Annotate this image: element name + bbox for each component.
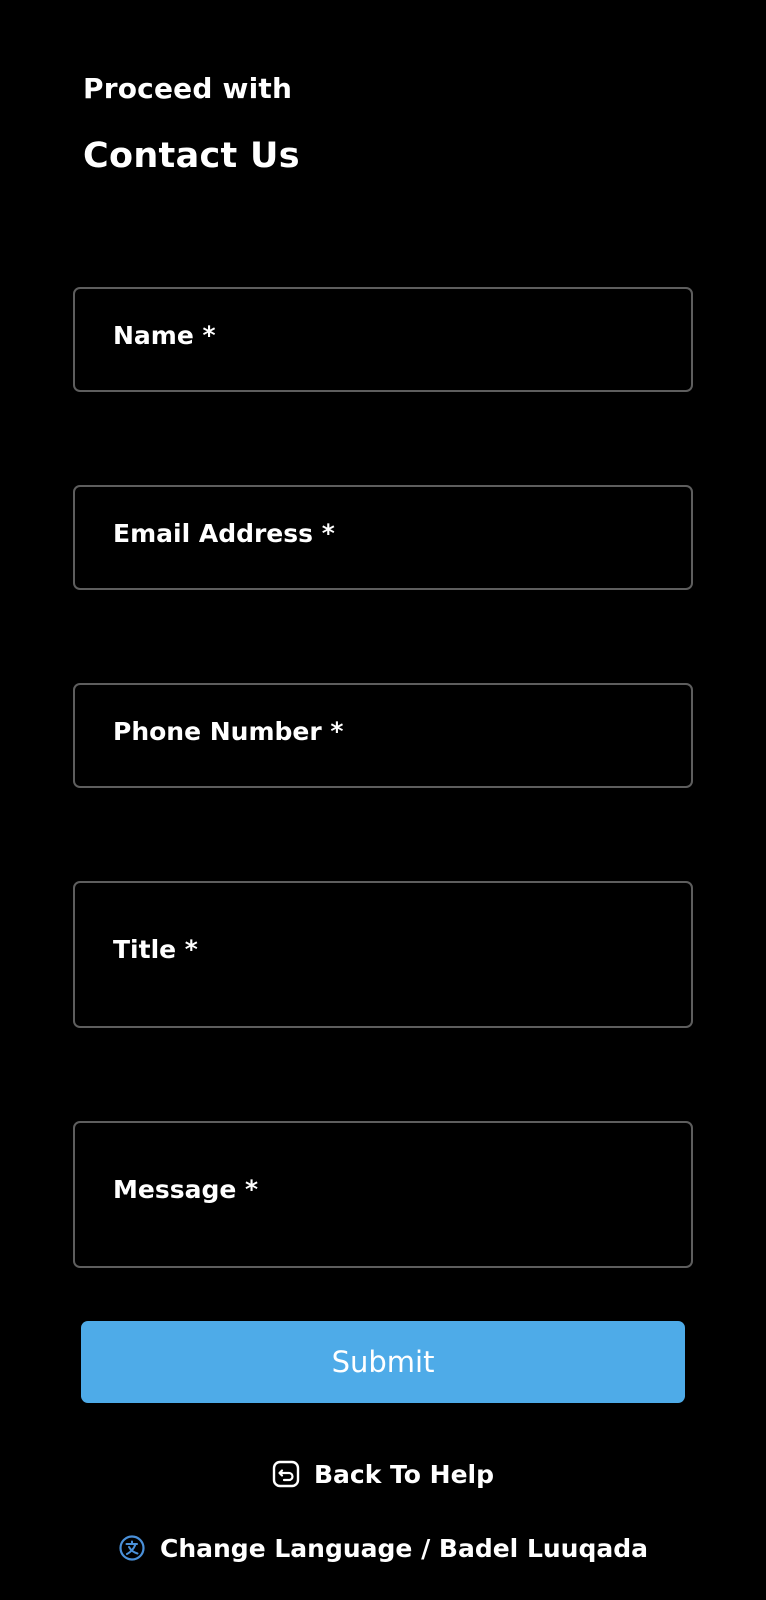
back-to-help-label: Back To Help <box>313 1459 495 1489</box>
title-field[interactable]: Title * <box>73 881 695 1030</box>
email-input[interactable] <box>75 487 695 590</box>
phone-input[interactable] <box>75 685 695 788</box>
name-field[interactable]: Name * <box>73 287 695 392</box>
phone-field[interactable]: Phone Number * <box>73 683 695 788</box>
submit-button[interactable]: Submit <box>81 1321 685 1403</box>
page-title: Contact Us <box>83 136 300 176</box>
change-language-label: Change Language / Badel Luuqada <box>159 1533 649 1563</box>
back-to-help-link[interactable]: Back To Help <box>0 1456 766 1492</box>
message-field[interactable]: Message * <box>73 1121 695 1270</box>
name-input[interactable] <box>75 289 695 392</box>
page-subtitle: Proceed with <box>83 72 293 105</box>
translate-icon <box>118 1534 146 1562</box>
return-arrow-icon <box>272 1460 300 1488</box>
change-language-link[interactable]: Change Language / Badel Luuqada <box>0 1530 766 1566</box>
title-input[interactable] <box>75 883 695 1030</box>
message-input[interactable] <box>75 1123 695 1270</box>
email-field[interactable]: Email Address * <box>73 485 695 590</box>
